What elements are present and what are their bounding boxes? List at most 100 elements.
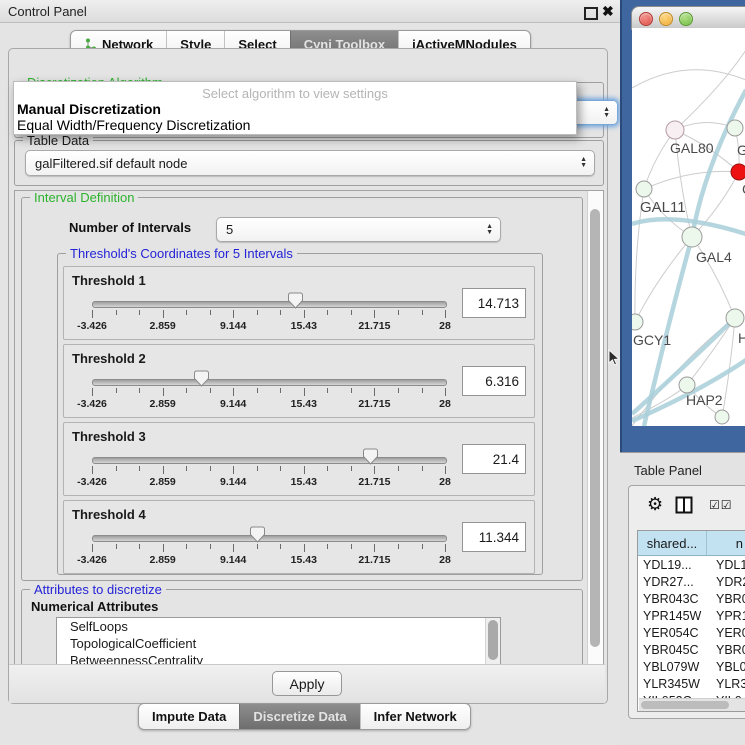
tab-discretize-data[interactable]: Discretize Data	[239, 704, 359, 729]
cell-name: YBR0	[711, 590, 745, 607]
table-hscrollbar-thumb[interactable]	[641, 701, 729, 709]
minimize-traffic-light-icon[interactable]	[659, 12, 673, 26]
network-edge[interactable]	[644, 171, 739, 189]
stepper-arrows-icon: ▲▼	[486, 224, 493, 236]
network-node-gal11[interactable]	[636, 181, 652, 197]
threshold-slider-thumb[interactable]	[194, 370, 209, 387]
network-node[interactable]	[715, 410, 729, 424]
network-node-gcy1[interactable]	[632, 314, 643, 330]
table-row[interactable]: YPR145WYPR1	[638, 607, 745, 624]
tab-impute-data[interactable]: Impute Data	[139, 704, 239, 729]
network-edge[interactable]	[644, 130, 675, 189]
cell-name: YER0	[711, 624, 745, 641]
threshold-value-field[interactable]: 21.4	[462, 444, 526, 474]
network-node-c[interactable]	[731, 164, 745, 180]
attribute-item[interactable]: SelfLoops	[57, 618, 500, 635]
gear-icon[interactable]: ⚙	[647, 494, 663, 515]
table-row[interactable]: YBR043CYBR0	[638, 590, 745, 607]
network-edge[interactable]	[675, 50, 745, 130]
table-row[interactable]: YER054CYER0	[638, 624, 745, 641]
slider-ticks	[92, 388, 446, 397]
apply-button[interactable]: Apply	[272, 671, 342, 696]
threshold-box: Threshold 1 14.713 -3.4262.8599.14415.43…	[63, 266, 535, 340]
mouse-cursor	[607, 349, 621, 367]
threshold-label: Threshold 1	[72, 273, 146, 288]
attributes-scrollbar[interactable]	[485, 618, 500, 664]
table-row[interactable]: YDR27...YDR2	[638, 573, 745, 590]
node-table[interactable]: shared... n YDL19...YDL1YDR27...YDR2YBR0…	[637, 530, 745, 712]
apply-row: Apply	[9, 664, 605, 703]
network-canvas[interactable]: GAL80GACGAL11GAL4GCY1HHAP2	[632, 28, 745, 426]
checkbox-checked-icons[interactable]: ☑☑	[709, 498, 733, 512]
threshold-slider-track[interactable]	[92, 301, 447, 308]
threshold-slider-thumb[interactable]	[288, 292, 303, 309]
node-label: H	[738, 330, 745, 346]
cell-name: YDL1	[711, 556, 745, 573]
settings-scroll-area: Interval Definition Number of Intervals …	[14, 190, 604, 666]
threshold-slider-track[interactable]	[92, 379, 447, 386]
threshold-slider-thumb[interactable]	[363, 448, 378, 465]
close-icon[interactable]: ✖	[602, 3, 614, 20]
dropdown-hint: Select algorithm to view settings	[14, 86, 576, 101]
slider-ticks	[92, 544, 446, 553]
network-window-titlebar[interactable]	[631, 6, 745, 30]
panel-title: Control Panel	[8, 4, 87, 19]
node-label: GA	[737, 142, 745, 158]
network-node-h[interactable]	[726, 309, 744, 327]
network-edge[interactable]	[635, 237, 692, 322]
control-panel-titlebar: Control Panel ✖	[0, 0, 620, 23]
dropdown-option-manual[interactable]: Manual Discretization	[17, 101, 161, 117]
numerical-attributes-list[interactable]: SelfLoopsTopologicalCoefficientBetweenne…	[56, 617, 501, 665]
network-node-ga[interactable]	[727, 120, 743, 136]
table-data-combobox[interactable]: galFiltered.sif default node ▲▼	[25, 150, 595, 176]
slider-tick-label: 15.43	[291, 320, 317, 332]
network-node-gal4[interactable]	[682, 227, 702, 247]
threshold-slider-track[interactable]	[92, 457, 447, 464]
tab-label: Infer Network	[374, 709, 457, 724]
zoom-traffic-light-icon[interactable]	[679, 12, 693, 26]
network-edge[interactable]	[632, 70, 745, 88]
cell-name: YPR1	[711, 607, 745, 624]
table-row[interactable]: YLR345WYLR3	[638, 675, 745, 692]
threshold-label: Threshold 2	[72, 351, 146, 366]
cell-shared-name: YDR27...	[638, 573, 711, 590]
close-traffic-light-icon[interactable]	[639, 12, 653, 26]
slider-tick-label: 28	[439, 554, 451, 566]
threshold-value-field[interactable]: 11.344	[462, 522, 526, 552]
threshold-box: Threshold 3 21.4 -3.4262.8599.14415.4321…	[63, 422, 535, 496]
table-header-shared-name[interactable]: shared...	[638, 531, 707, 555]
settings-scrollbar[interactable]	[587, 191, 603, 665]
tab-infer-network[interactable]: Infer Network	[360, 704, 470, 729]
threshold-label: Threshold 4	[72, 507, 146, 522]
attribute-item[interactable]: TopologicalCoefficient	[57, 635, 500, 652]
table-row[interactable]: YDL19...YDL1	[638, 556, 745, 573]
attributes-scrollbar-thumb[interactable]	[488, 620, 498, 660]
number-of-intervals-combobox[interactable]: 5 ▲▼	[216, 217, 501, 242]
table-row[interactable]: YBR045CYBR0	[638, 641, 745, 658]
table-panel-box: ⚙ ☑☑ shared... n YDL19...YDL1YDR27...YDR…	[628, 485, 745, 719]
slider-tick-label: -3.426	[77, 320, 107, 332]
slider-tick-label: 9.144	[220, 320, 246, 332]
settings-scrollbar-thumb[interactable]	[590, 209, 600, 647]
slider-tick-label: -3.426	[77, 398, 107, 410]
threshold-slider-track[interactable]	[92, 535, 447, 542]
interval-definition-title: Interval Definition	[30, 190, 138, 205]
threshold-value-field[interactable]: 6.316	[462, 366, 526, 396]
threshold-slider-thumb[interactable]	[250, 526, 265, 543]
table-row[interactable]: YBL079WYBL0	[638, 658, 745, 675]
stepper-arrows-icon: ▲▼	[603, 107, 610, 119]
network-node-hap2[interactable]	[679, 377, 695, 393]
cell-shared-name: YPR145W	[638, 607, 711, 624]
float-window-icon[interactable]	[584, 7, 598, 20]
network-graph: GAL80GACGAL11GAL4GCY1HHAP2	[632, 28, 745, 426]
bottom-tabbar: Impute DataDiscretize Data Infer Network	[138, 703, 471, 730]
table-header-name[interactable]: n	[707, 531, 745, 555]
app-root: Control Panel ✖ NetworkStyleSelectCyni T…	[0, 0, 745, 745]
attributes-group-title: Attributes to discretize	[30, 582, 166, 597]
split-columns-icon[interactable]	[675, 496, 693, 514]
threshold-value-field[interactable]: 14.713	[462, 288, 526, 318]
thresholds-container: Threshold 1 14.713 -3.4262.8599.14415.43…	[63, 266, 535, 578]
table-hscrollbar[interactable]	[639, 698, 745, 711]
dropdown-option-equal-width[interactable]: Equal Width/Frequency Discretization	[17, 117, 250, 133]
network-node-gal80[interactable]	[666, 121, 684, 139]
